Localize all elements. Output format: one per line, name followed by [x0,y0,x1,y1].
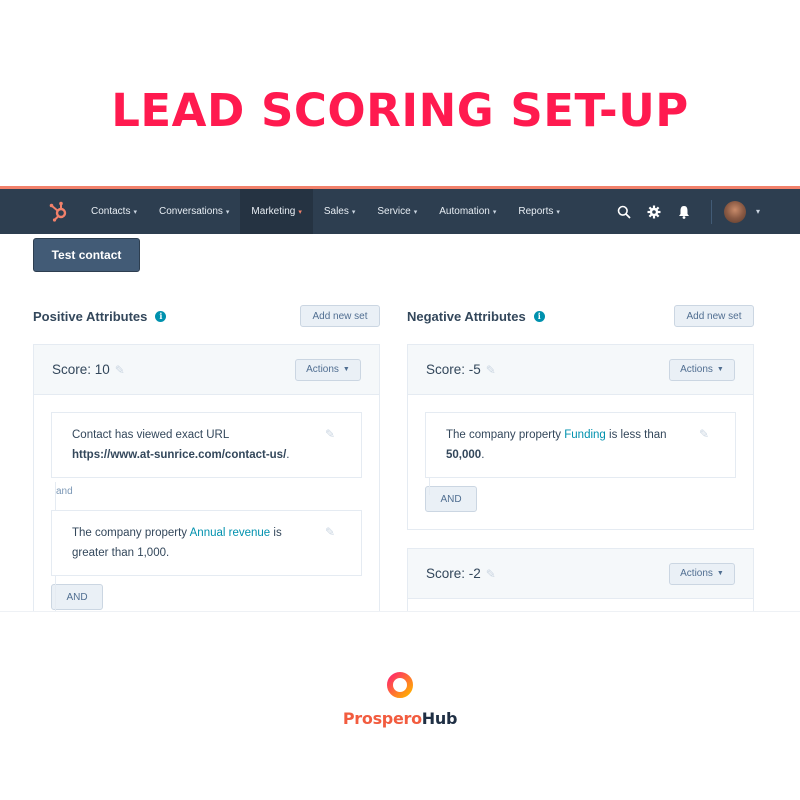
nav-label: Conversations [158,206,223,217]
rule-text: The company property [72,527,190,539]
nav-label: Sales [323,206,349,217]
score-set-card: Score: 10 ✎ Actions ▼ Contact has viewed e… [33,344,380,611]
and-button[interactable]: AND [51,584,103,610]
chevron-down-icon[interactable]: ▾ [756,207,760,216]
score-set-card: Score: -5 ✎ Actions ▼ The company property… [407,344,754,530]
prosperohub-brand: ProsperoHub [0,670,800,728]
chevron-down-icon: ▾ [556,208,560,216]
nav-automation[interactable]: Automation ▾ [428,189,507,234]
actions-label: Actions [680,568,713,579]
connector-line [429,475,430,495]
positive-attributes-column: Positive Attributes i Add new set Score: … [33,304,380,611]
rule-value: 50,000 [446,449,482,461]
nav-conversations[interactable]: Conversations ▾ [148,189,240,234]
rule-text: The company property [446,429,565,441]
pencil-icon[interactable]: ✎ [699,424,709,444]
rule-text: is less than [605,429,667,441]
rule-item: The company property Funding is less tha… [425,412,736,478]
chevron-down-icon: ▾ [492,208,497,216]
nav-label: Service [377,206,411,217]
score-set-card: Score: -2 ✎ Actions ▼ [407,548,754,611]
section-title: Negative Attributes [407,308,526,324]
actions-dropdown[interactable]: Actions ▼ [669,562,735,585]
pencil-icon[interactable]: ✎ [325,424,335,444]
chevron-down-icon: ▾ [225,208,230,216]
and-button[interactable]: AND [425,486,477,512]
nav-sales[interactable]: Sales ▾ [313,189,367,234]
pencil-icon[interactable]: ✎ [115,363,125,377]
negative-attributes-column: Negative Attributes i Add new set Score: … [407,304,754,611]
rule-text: Contact has viewed exact URL [72,429,229,441]
nav-marketing[interactable]: Marketing ▾ [240,189,313,234]
chevron-down-icon: ▾ [298,208,302,216]
property-link[interactable]: Annual revenue [190,527,271,539]
prosperohub-logo-icon [387,672,413,698]
rule-text: . [481,449,485,461]
property-link[interactable]: Funding [564,429,606,441]
score-label: Score: 10 [52,362,110,377]
pencil-icon[interactable]: ✎ [325,522,335,542]
nav-label: Reports [518,206,554,217]
nav-divider [710,199,712,224]
rule-item: Contact has viewed exact URL https://www… [51,412,362,478]
actions-label: Actions [680,364,713,375]
rule-url: https://www.at-sunrice.com/contact-us/ [72,449,287,461]
nav-label: Automation [439,206,490,217]
add-new-set-button[interactable]: Add new set [300,305,380,327]
chevron-down-icon: ▾ [413,208,418,216]
section-title: Positive Attributes [33,308,148,324]
user-avatar[interactable] [723,200,746,223]
caret-down-icon: ▼ [342,366,350,373]
caret-down-icon: ▼ [716,366,724,373]
pencil-icon[interactable]: ✎ [486,363,496,377]
nav-reports[interactable]: Reports ▾ [507,189,571,234]
and-joiner: and [56,486,73,497]
bell-icon[interactable] [669,189,699,234]
nav-service[interactable]: Service ▾ [366,189,428,234]
caret-down-icon: ▼ [716,570,724,577]
pencil-icon[interactable]: ✎ [486,567,496,581]
info-icon[interactable]: i [155,310,167,322]
rule-item: The company property Annual revenue is g… [51,510,362,576]
search-icon[interactable] [609,189,639,234]
info-icon[interactable]: i [533,310,545,322]
nav-label: Contacts [91,206,131,217]
rule-text: . [286,449,290,461]
chevron-down-icon: ▾ [133,208,137,216]
chevron-down-icon: ▾ [351,208,356,216]
page-headline: LEAD SCORING SET-UP [111,84,689,137]
nav-contacts[interactable]: Contacts ▾ [80,189,148,234]
hubspot-logo-icon[interactable] [48,200,70,222]
actions-dropdown[interactable]: Actions ▼ [295,358,361,381]
brand-name-part2: Hub [421,709,458,728]
add-new-set-button[interactable]: Add new set [674,305,754,327]
score-label: Score: -2 [426,566,481,581]
brand-name-part1: Prospero [342,709,422,728]
gear-icon[interactable] [639,189,669,234]
test-contact-button[interactable]: Test contact [33,238,140,272]
actions-dropdown[interactable]: Actions ▼ [669,358,735,381]
nav-label: Marketing [251,206,296,217]
score-label: Score: -5 [426,362,481,377]
actions-label: Actions [306,364,339,375]
top-navigation: Contacts ▾ Conversations ▾ Marketing ▾ Sale… [0,189,800,234]
hubspot-screenshot: Contacts ▾ Conversations ▾ Marketing ▾ Sale… [0,186,800,612]
